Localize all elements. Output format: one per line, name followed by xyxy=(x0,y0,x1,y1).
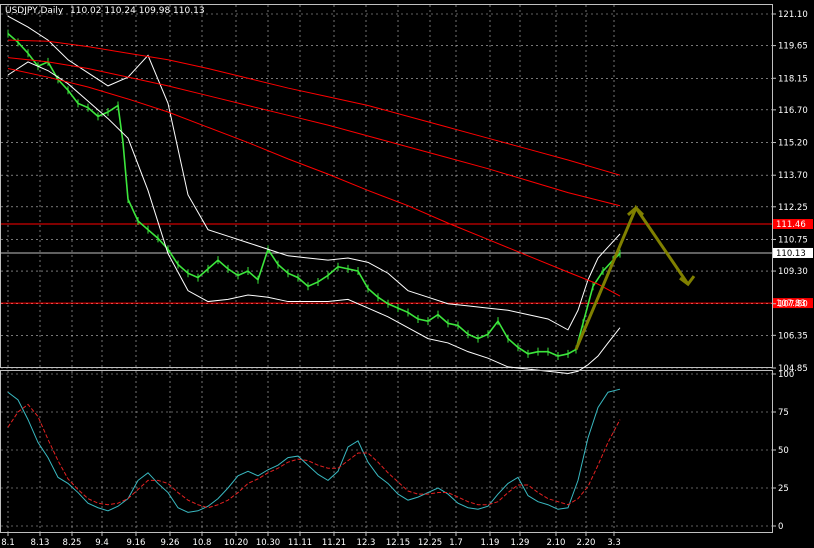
x-tick-label: 11.21 xyxy=(322,538,346,548)
x-tick-label: 8.1 xyxy=(1,538,15,548)
price-tick-label: 106.35 xyxy=(778,331,808,341)
x-tick-label: 2.10 xyxy=(547,538,566,548)
x-tick-label: 9.4 xyxy=(95,538,109,548)
x-tick-label: 8.13 xyxy=(31,538,50,548)
osc-tick-label: 75 xyxy=(778,408,789,418)
x-tick-label: 10.30 xyxy=(256,538,280,548)
level-label: 111.46 xyxy=(776,220,806,230)
x-tick-label: 8.25 xyxy=(63,538,82,548)
x-tick-label: 12.3 xyxy=(357,538,376,548)
price-tick-label: 107.80 xyxy=(778,300,808,310)
price-tick-label: 109.30 xyxy=(778,267,808,277)
x-tick-label: 12.25 xyxy=(418,538,442,548)
x-tick-label: 12.15 xyxy=(386,538,410,548)
osc-tick-label: 0 xyxy=(778,522,783,532)
x-tick-label: 2.20 xyxy=(577,538,596,548)
osc-tick-label: 100 xyxy=(778,370,794,380)
level-label: 110.13 xyxy=(776,249,806,259)
price-tick-label: 118.15 xyxy=(778,74,808,84)
symbol-label: USDJPY,Daily xyxy=(5,6,64,16)
background xyxy=(0,0,814,548)
x-tick-label: 3.3 xyxy=(607,538,621,548)
x-tick-label: 9.26 xyxy=(161,538,180,548)
price-tick-label: 119.65 xyxy=(778,42,808,52)
price-tick-label: 115.20 xyxy=(778,139,808,149)
osc-tick-label: 25 xyxy=(778,484,789,494)
price-tick-label: 110.75 xyxy=(778,235,808,245)
x-tick-label: 9.16 xyxy=(127,538,146,548)
osc-tick-label: 50 xyxy=(778,446,789,456)
price-tick-label: 112.25 xyxy=(778,203,808,213)
price-tick-label: 113.70 xyxy=(778,171,808,181)
x-tick-label: 10.20 xyxy=(224,538,248,548)
x-tick-label: 1.7 xyxy=(449,538,463,548)
x-tick-label: 11.11 xyxy=(288,538,312,548)
x-tick-label: 1.29 xyxy=(511,538,530,548)
ohlc-label: 110.02 110.24 109.98 110.13 xyxy=(70,6,205,16)
x-tick-label: 10.8 xyxy=(193,538,212,548)
price-tick-label: 121.10 xyxy=(778,10,808,20)
chart-canvas: 111.46107.83110.13 121.10119.65118.15116… xyxy=(0,0,814,548)
price-tick-label: 116.70 xyxy=(778,106,808,116)
x-tick-label: 1.19 xyxy=(481,538,500,548)
